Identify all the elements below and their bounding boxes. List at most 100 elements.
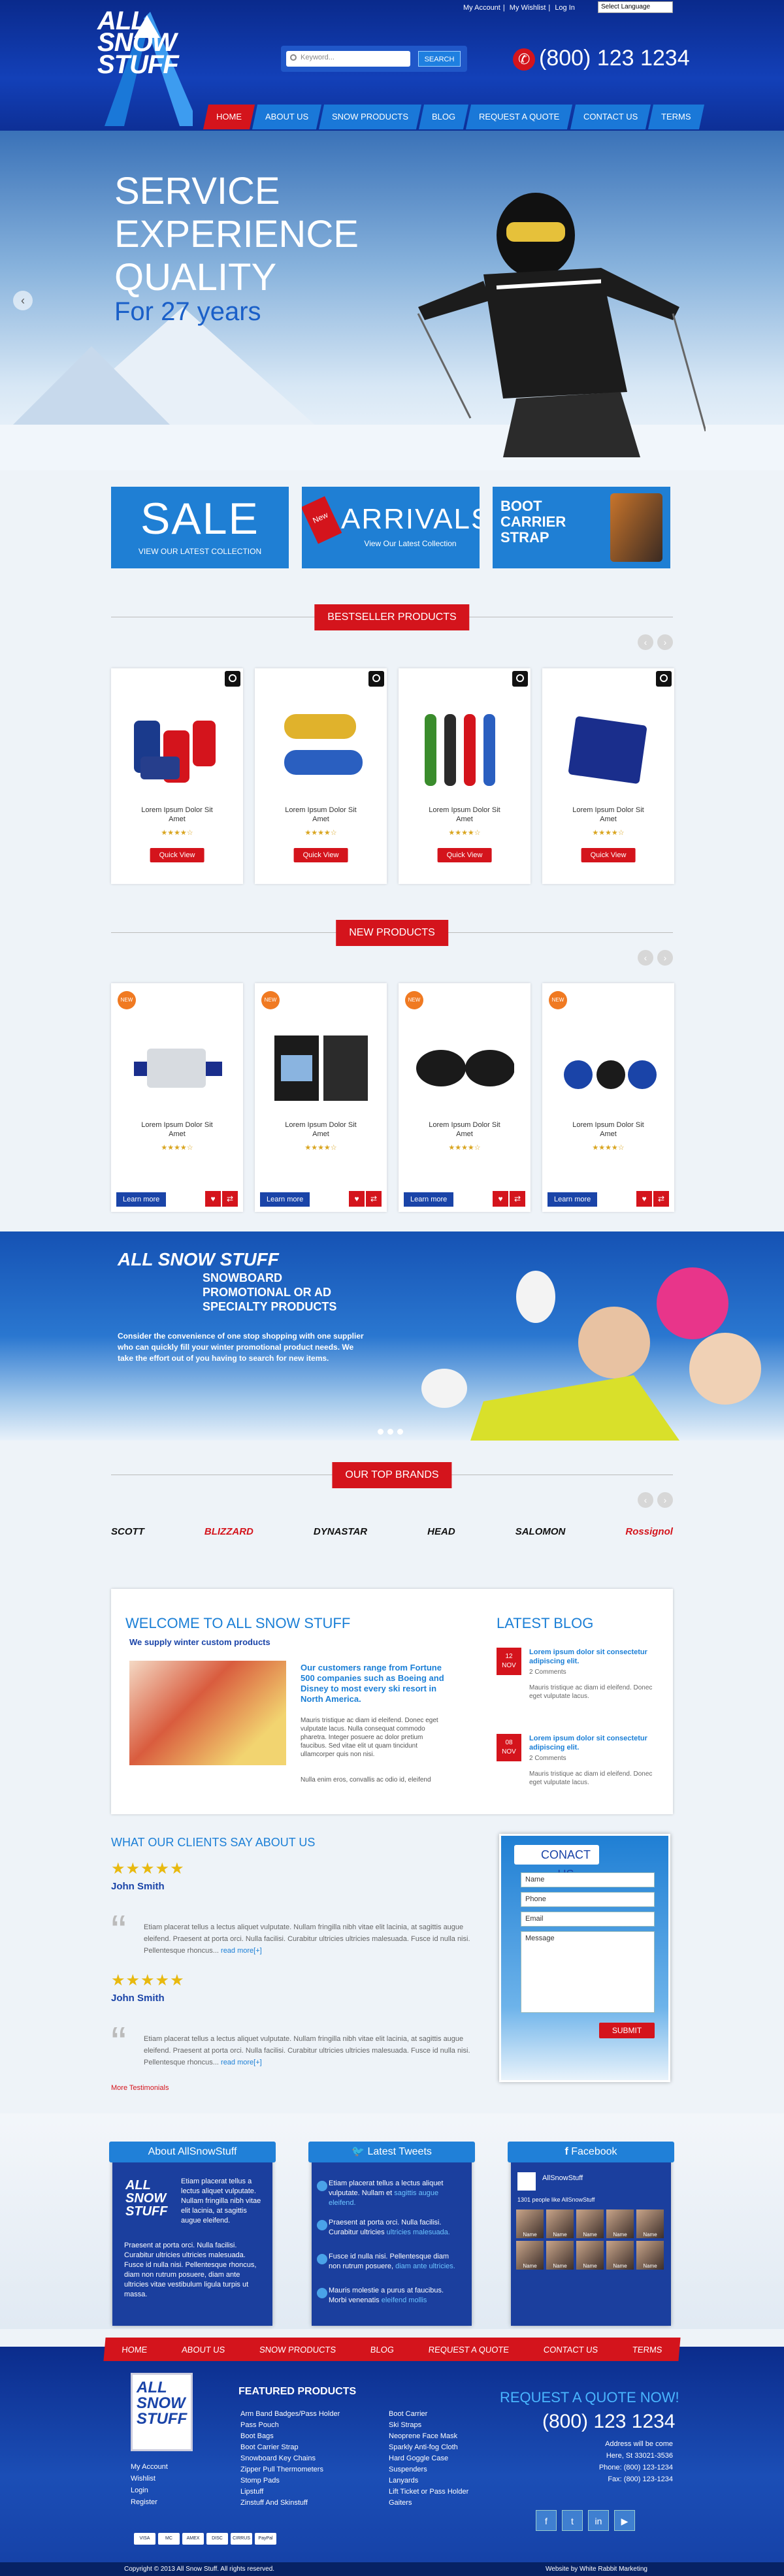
linkedin-icon[interactable]: in bbox=[588, 2510, 609, 2531]
product-card[interactable]: NEW Lorem Ipsum Dolor Sit Amet ★★★★☆ Lea… bbox=[542, 983, 674, 1212]
footer-nav-terms[interactable]: TERMS bbox=[632, 2345, 662, 2355]
facebook-fan[interactable]: Name bbox=[636, 2209, 664, 2238]
footer-logo[interactable]: ALL SNOW STUFF bbox=[131, 2373, 193, 2451]
featured-link[interactable]: Suspenders bbox=[389, 2464, 468, 2475]
prev-arrow-icon[interactable]: ‹ bbox=[638, 950, 653, 966]
product-card[interactable]: NEW Lorem Ipsum Dolor Sit Amet ★★★★☆ Lea… bbox=[255, 983, 387, 1212]
slide-dot[interactable] bbox=[397, 1429, 403, 1435]
footer-nav-home[interactable]: HOME bbox=[122, 2345, 148, 2355]
learn-more-button[interactable]: Learn more bbox=[404, 1192, 454, 1207]
featured-link[interactable]: Neoprene Face Mask bbox=[389, 2431, 468, 2442]
next-arrow-icon[interactable]: › bbox=[657, 1492, 673, 1508]
featured-link[interactable]: Arm Band Badges/Pass Holder bbox=[240, 2409, 340, 2420]
submit-button[interactable]: SUBMIT bbox=[599, 2023, 655, 2038]
footer-nav-blog[interactable]: BLOG bbox=[370, 2345, 394, 2355]
quick-view-button[interactable]: Quick View bbox=[150, 848, 204, 862]
footer-nav-contact-us[interactable]: CONTACT US bbox=[543, 2345, 598, 2355]
featured-link[interactable]: Boot Bags bbox=[240, 2431, 340, 2442]
wishlist-heart-icon[interactable]: ♥ bbox=[636, 1191, 652, 1207]
slide-dot[interactable] bbox=[378, 1429, 384, 1435]
more-testimonials-link[interactable]: More Testimonials bbox=[111, 2084, 169, 2092]
product-card[interactable]: Lorem Ipsum Dolor Sit Amet ★★★★☆ Quick V… bbox=[255, 668, 387, 884]
learn-more-button[interactable]: Learn more bbox=[260, 1192, 310, 1207]
email-field[interactable]: Email bbox=[521, 1912, 655, 1927]
brand-salomon[interactable]: SALOMON bbox=[515, 1526, 566, 1537]
blog-post-title[interactable]: Lorem ipsum dolor sit consectetur adipis… bbox=[529, 1648, 653, 1666]
footer-my-account-link[interactable]: My Account bbox=[131, 2461, 168, 2473]
phone-field[interactable]: Phone bbox=[521, 1892, 655, 1907]
featured-link[interactable]: Sparkly Anti-fog Cloth bbox=[389, 2442, 468, 2453]
youtube-icon[interactable]: ▶ bbox=[614, 2510, 635, 2531]
name-field[interactable]: Name bbox=[521, 1872, 655, 1887]
product-card[interactable]: NEW Lorem Ipsum Dolor Sit Amet ★★★★☆ Lea… bbox=[111, 983, 243, 1212]
zoom-icon[interactable] bbox=[368, 671, 384, 687]
tweet-link[interactable]: diam ante ultricies. bbox=[395, 2262, 455, 2270]
quick-view-button[interactable]: Quick View bbox=[581, 848, 636, 862]
nav-home[interactable]: HOME bbox=[203, 105, 255, 129]
featured-link[interactable]: Boot Carrier Strap bbox=[240, 2442, 340, 2453]
site-logo[interactable]: ALL SNOW STUFF bbox=[95, 5, 199, 126]
product-card[interactable]: NEW Lorem Ipsum Dolor Sit Amet ★★★★☆ Lea… bbox=[399, 983, 531, 1212]
tweet-link[interactable]: eleifend mollis bbox=[382, 2296, 427, 2304]
facebook-fan[interactable]: Name bbox=[546, 2209, 574, 2238]
quick-view-button[interactable]: Quick View bbox=[293, 848, 348, 862]
compare-shuffle-icon[interactable]: ⇄ bbox=[653, 1191, 669, 1207]
language-select[interactable]: Select Language bbox=[598, 1, 673, 13]
featured-link[interactable]: Zipper Pull Thermometers bbox=[240, 2464, 340, 2475]
blog-comments[interactable]: 2 Comments bbox=[529, 1755, 566, 1762]
nav-request-quote[interactable]: REQUEST A QUOTE bbox=[466, 105, 573, 129]
compare-shuffle-icon[interactable]: ⇄ bbox=[510, 1191, 525, 1207]
brand-blizzard[interactable]: BLIZZARD bbox=[204, 1526, 253, 1537]
my-wishlist-link[interactable]: My Wishlist bbox=[510, 4, 546, 12]
request-quote-title[interactable]: REQUEST A QUOTE NOW! bbox=[500, 2389, 679, 2406]
facebook-fan[interactable]: Name bbox=[636, 2241, 664, 2270]
brand-head[interactable]: HEAD bbox=[427, 1526, 455, 1537]
prev-arrow-icon[interactable]: ‹ bbox=[638, 1492, 653, 1508]
zoom-icon[interactable] bbox=[512, 671, 528, 687]
learn-more-button[interactable]: Learn more bbox=[547, 1192, 598, 1207]
zoom-icon[interactable] bbox=[225, 671, 240, 687]
product-card[interactable]: Lorem Ipsum Dolor Sit Amet ★★★★☆ Quick V… bbox=[111, 668, 243, 884]
prev-arrow-icon[interactable]: ‹ bbox=[638, 634, 653, 650]
facebook-fan[interactable]: Name bbox=[606, 2241, 634, 2270]
footer-nav-about-us[interactable]: ABOUT US bbox=[182, 2345, 226, 2355]
facebook-fan[interactable]: Name bbox=[546, 2241, 574, 2270]
next-arrow-icon[interactable]: › bbox=[657, 634, 673, 650]
nav-terms[interactable]: TERMS bbox=[647, 105, 704, 129]
message-field[interactable]: Message bbox=[521, 1931, 655, 2013]
footer-nav-request-quote[interactable]: REQUEST A QUOTE bbox=[428, 2345, 510, 2355]
featured-link[interactable]: Zinstuff And Skinstuff bbox=[240, 2498, 340, 2509]
tweet-link[interactable]: ultricies malesuada. bbox=[387, 2228, 450, 2236]
featured-link[interactable]: Lipstuff bbox=[240, 2486, 340, 2498]
read-more-link[interactable]: read more[+] bbox=[221, 1947, 262, 1955]
featured-link[interactable]: Stomp Pads bbox=[240, 2475, 340, 2486]
credit-link[interactable]: Website by White Rabbit Marketing bbox=[546, 2562, 647, 2576]
featured-link[interactable]: Lift Ticket or Pass Holder bbox=[389, 2486, 468, 2498]
featured-link[interactable]: Hard Goggle Case bbox=[389, 2453, 468, 2464]
blog-comments[interactable]: 2 Comments bbox=[529, 1669, 566, 1676]
blog-post-title[interactable]: Lorem ipsum dolor sit consectetur adipis… bbox=[529, 1734, 653, 1752]
facebook-fan[interactable]: Name bbox=[516, 2209, 544, 2238]
boot-carrier-banner[interactable]: BOOT CARRIER STRAP bbox=[493, 487, 670, 568]
learn-more-button[interactable]: Learn more bbox=[116, 1192, 167, 1207]
featured-link[interactable]: Gaiters bbox=[389, 2498, 468, 2509]
facebook-page-name[interactable]: AllSnowStuff bbox=[542, 2174, 583, 2182]
sale-banner[interactable]: SALE VIEW OUR LATEST COLLECTION bbox=[111, 487, 289, 568]
footer-register-link[interactable]: Register bbox=[131, 2496, 168, 2508]
brand-rossignol[interactable]: Rossignol bbox=[625, 1526, 673, 1537]
my-account-link[interactable]: My Account bbox=[463, 4, 500, 12]
search-button[interactable]: SEARCH bbox=[418, 51, 461, 67]
arrivals-banner[interactable]: New ARRIVALS View Our Latest Collection bbox=[302, 487, 480, 568]
featured-link[interactable]: Boot Carrier bbox=[389, 2409, 468, 2420]
featured-link[interactable]: Ski Straps bbox=[389, 2420, 468, 2431]
search-input[interactable]: Keyword... bbox=[286, 51, 410, 67]
featured-link[interactable]: Pass Pouch bbox=[240, 2420, 340, 2431]
nav-blog[interactable]: BLOG bbox=[419, 105, 469, 129]
twitter-icon[interactable]: t bbox=[562, 2510, 583, 2531]
footer-login-link[interactable]: Login bbox=[131, 2485, 168, 2496]
nav-contact-us[interactable]: CONTACT US bbox=[570, 105, 651, 129]
footer-nav-snow-products[interactable]: SNOW PRODUCTS bbox=[259, 2345, 336, 2355]
facebook-icon[interactable]: f bbox=[536, 2510, 557, 2531]
login-link[interactable]: Log In bbox=[555, 4, 575, 12]
facebook-fan[interactable]: Name bbox=[576, 2241, 604, 2270]
